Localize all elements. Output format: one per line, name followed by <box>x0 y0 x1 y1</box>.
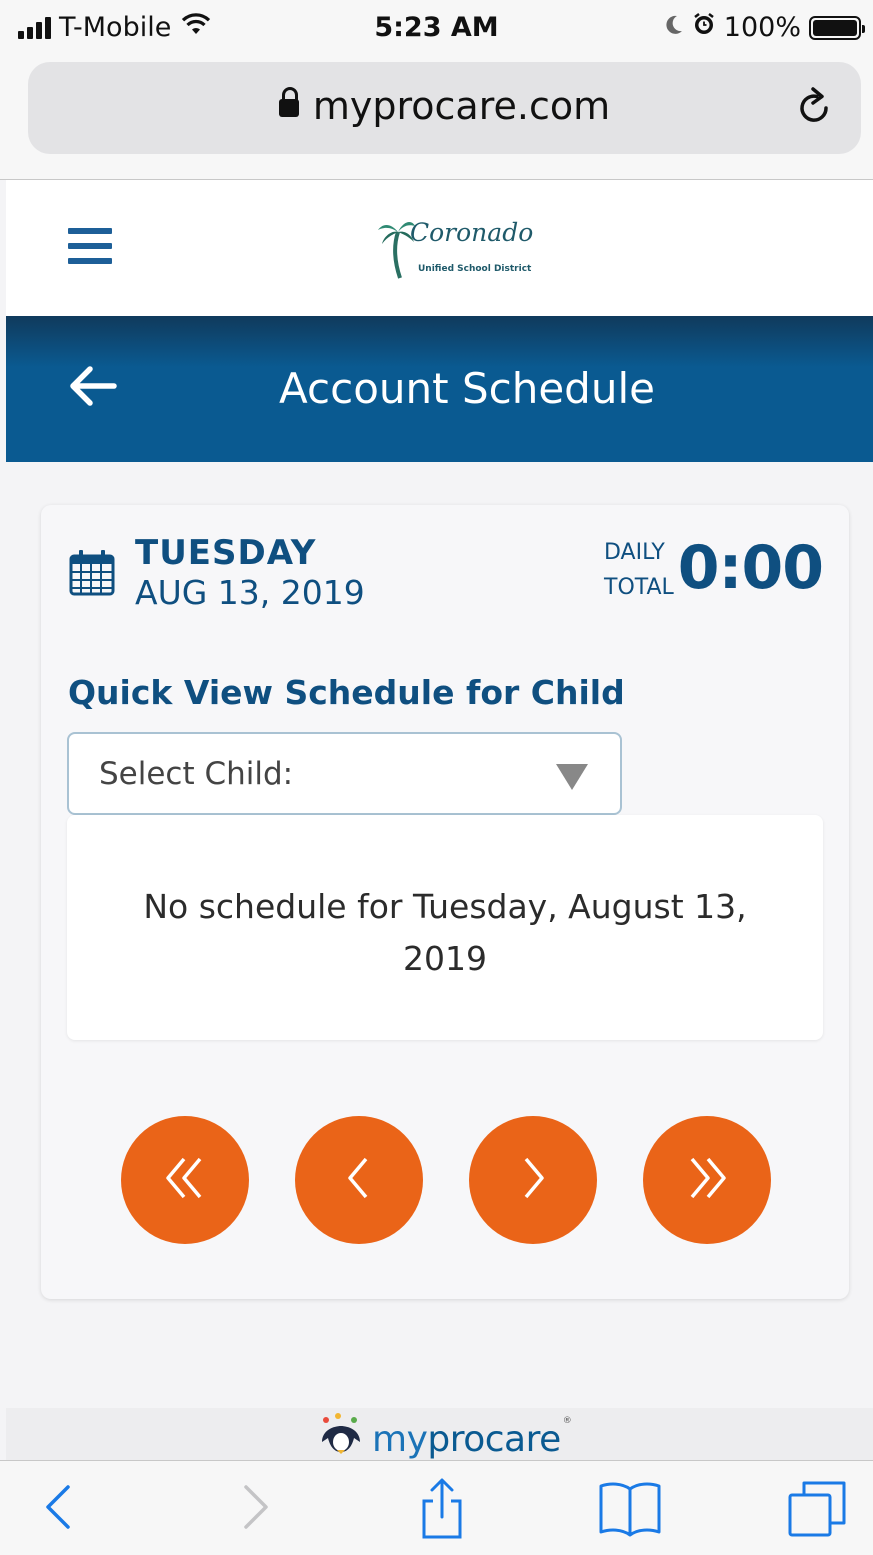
page-title-bar: Account Schedule <box>6 316 873 462</box>
dropdown-caret-icon <box>556 764 588 790</box>
address-bar[interactable]: myprocare.com <box>28 62 861 154</box>
double-chevron-right-icon <box>680 1151 734 1209</box>
tabs-icon[interactable] <box>786 1477 850 1545</box>
site-header: Coronado Unified School District <box>6 180 873 316</box>
browser-back-icon[interactable] <box>38 1477 78 1541</box>
chevron-right-icon <box>506 1151 560 1209</box>
browser-url-area: myprocare.com <box>0 56 873 180</box>
daily-label: DAILY <box>604 540 665 565</box>
share-icon[interactable] <box>416 1477 468 1545</box>
total-label: TOTAL <box>604 575 674 600</box>
page-title: Account Schedule <box>279 364 655 413</box>
penguin-mascot-icon <box>316 1412 366 1460</box>
battery-percent: 100% <box>723 12 801 43</box>
bookmarks-icon[interactable] <box>596 1477 664 1543</box>
brand-prefix: my <box>372 1419 428 1460</box>
day-name: TUESDAY <box>135 533 317 573</box>
chevron-left-icon <box>332 1151 386 1209</box>
reload-icon[interactable] <box>795 84 835 132</box>
district-logo[interactable]: Coronado Unified School District <box>376 214 533 284</box>
footer-brand-bar: myprocare ® <box>6 1408 873 1460</box>
date-text: AUG 13, 2019 <box>135 573 365 612</box>
daily-total-value: 0:00 <box>677 533 824 603</box>
empty-schedule-message: No schedule for Tuesday, August 13, 2019 <box>143 887 747 978</box>
select-child-placeholder: Select Child: <box>99 756 294 792</box>
registered-mark: ® <box>562 1416 572 1426</box>
brand-suffix: procare <box>427 1419 561 1460</box>
select-child-dropdown[interactable]: Select Child: <box>67 732 622 815</box>
logo-script: Coronado <box>410 218 534 247</box>
menu-icon[interactable] <box>68 228 112 264</box>
logo-subtitle: Unified School District <box>418 264 532 274</box>
calendar-icon <box>69 548 115 600</box>
moon-icon <box>664 12 684 43</box>
url-text: myprocare.com <box>312 84 611 128</box>
daily-total-label: DAILY TOTAL <box>604 535 674 605</box>
last-day-button[interactable] <box>643 1116 771 1244</box>
double-chevron-left-icon <box>158 1151 212 1209</box>
quick-view-title: Quick View Schedule for Child <box>68 673 625 712</box>
url-display[interactable]: myprocare.com <box>28 84 861 128</box>
previous-day-button[interactable] <box>295 1116 423 1244</box>
first-day-button[interactable] <box>121 1116 249 1244</box>
status-right: 100% <box>664 12 865 43</box>
next-day-button[interactable] <box>469 1116 597 1244</box>
status-bar: T-Mobile 5:23 AM 100% <box>0 0 873 56</box>
battery-icon <box>809 15 865 40</box>
schedule-card: TUESDAY AUG 13, 2019 DAILY TOTAL 0:00 Qu… <box>41 505 849 1299</box>
browser-toolbar <box>0 1460 873 1555</box>
brand-name: myprocare <box>372 1419 561 1460</box>
schedule-panel: No schedule for Tuesday, August 13, 2019 <box>67 815 823 1040</box>
myprocare-logo[interactable]: myprocare ® <box>316 1412 572 1460</box>
lock-icon <box>278 87 299 117</box>
date-navigation <box>121 1116 771 1244</box>
alarm-icon <box>692 12 716 43</box>
browser-forward-icon[interactable] <box>236 1477 276 1541</box>
